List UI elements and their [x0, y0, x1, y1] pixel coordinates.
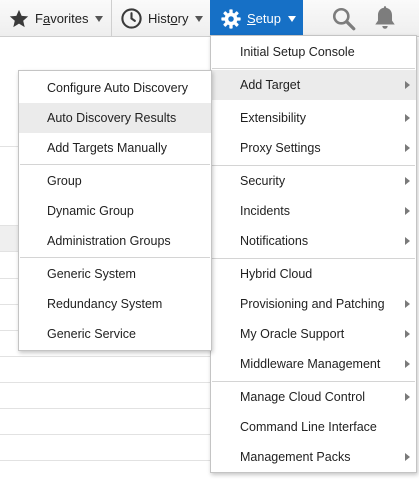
- global-toolbar: Favorites History Setup: [0, 0, 419, 37]
- background-divider: [0, 278, 20, 279]
- bell-icon: [375, 6, 395, 29]
- chevron-right-icon: [405, 114, 410, 122]
- history-menu-button[interactable]: History: [120, 0, 204, 37]
- menu-item-administration-groups[interactable]: Administration Groups: [19, 226, 211, 256]
- background-divider: [0, 460, 210, 461]
- chevron-right-icon: [405, 237, 410, 245]
- star-icon: [9, 9, 29, 27]
- menu-item-middleware-management[interactable]: Middleware Management: [211, 349, 416, 379]
- menu-item-add-targets-manually[interactable]: Add Targets Manually: [19, 133, 211, 163]
- background-divider: [0, 330, 20, 331]
- background-divider: [0, 408, 210, 409]
- menu-item-management-packs[interactable]: Management Packs: [211, 442, 416, 472]
- chevron-down-icon: [95, 15, 104, 22]
- setup-dropdown-menu: Initial Setup Console Add Target Extensi…: [210, 35, 417, 473]
- background-panel: [0, 225, 20, 251]
- menu-item-generic-system[interactable]: Generic System: [19, 259, 211, 289]
- menu-item-command-line-interface[interactable]: Command Line Interface: [211, 412, 416, 442]
- search-icon: [332, 7, 356, 31]
- favorites-label: Favorites: [35, 11, 89, 26]
- chevron-right-icon: [405, 144, 410, 152]
- gear-icon: [221, 8, 241, 29]
- menu-item-my-oracle-support[interactable]: My Oracle Support: [211, 319, 416, 349]
- menu-item-manage-cloud-control[interactable]: Manage Cloud Control: [211, 382, 416, 412]
- menu-item-generic-service[interactable]: Generic Service: [19, 319, 211, 349]
- background-divider: [0, 251, 20, 252]
- toolbar-divider: [111, 0, 112, 37]
- setup-label: Setup: [247, 11, 281, 26]
- favorites-menu-button[interactable]: Favorites: [8, 0, 104, 37]
- background-divider: [0, 434, 210, 435]
- setup-menu-button[interactable]: Setup: [210, 0, 303, 37]
- menu-separator: [212, 68, 415, 69]
- menu-item-hybrid-cloud[interactable]: Hybrid Cloud: [211, 259, 416, 289]
- background-divider: [0, 225, 20, 226]
- menu-item-dynamic-group[interactable]: Dynamic Group: [19, 196, 211, 226]
- search-button[interactable]: [331, 6, 357, 35]
- menu-separator: [20, 257, 210, 258]
- chevron-down-icon: [195, 15, 204, 22]
- menu-item-group[interactable]: Group: [19, 166, 211, 196]
- menu-item-initial-setup-console[interactable]: Initial Setup Console: [211, 37, 416, 67]
- chevron-right-icon: [405, 330, 410, 338]
- menu-item-notifications[interactable]: Notifications: [211, 226, 416, 256]
- chevron-right-icon: [405, 207, 410, 215]
- background-divider: [0, 356, 210, 357]
- menu-item-extensibility[interactable]: Extensibility: [211, 103, 416, 133]
- clock-icon: [121, 8, 142, 29]
- menu-item-redundancy-system[interactable]: Redundancy System: [19, 289, 211, 319]
- chevron-right-icon: [405, 453, 410, 461]
- menu-item-incidents[interactable]: Incidents: [211, 196, 416, 226]
- background-divider: [0, 304, 20, 305]
- background-divider: [0, 382, 210, 383]
- menu-item-security[interactable]: Security: [211, 166, 416, 196]
- chevron-right-icon: [405, 177, 410, 185]
- chevron-right-icon: [405, 81, 410, 89]
- menu-item-auto-discovery-results[interactable]: Auto Discovery Results: [19, 103, 211, 133]
- background-divider: [0, 146, 20, 147]
- menu-separator: [20, 164, 210, 165]
- chevron-right-icon: [405, 300, 410, 308]
- menu-item-provisioning-and-patching[interactable]: Provisioning and Patching: [211, 289, 416, 319]
- menu-item-configure-auto-discovery[interactable]: Configure Auto Discovery: [19, 73, 211, 103]
- chevron-right-icon: [405, 360, 410, 368]
- chevron-down-icon: [287, 15, 296, 22]
- chevron-right-icon: [405, 393, 410, 401]
- history-label: History: [148, 11, 189, 26]
- menu-item-add-target[interactable]: Add Target: [211, 70, 416, 100]
- menu-item-proxy-settings[interactable]: Proxy Settings: [211, 133, 416, 163]
- add-target-submenu: Configure Auto Discovery Auto Discovery …: [18, 70, 212, 351]
- notifications-button[interactable]: [372, 5, 398, 35]
